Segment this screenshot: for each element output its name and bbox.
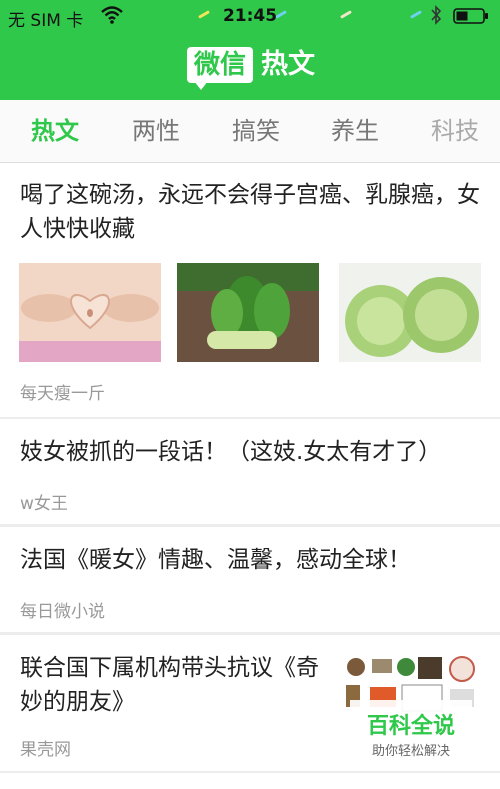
tab-health[interactable]: 养生 xyxy=(331,100,379,162)
article-source: w女王 xyxy=(20,494,68,514)
article-card[interactable]: 妓女被抓的一段话！（这妓.女太有才了） w女王 xyxy=(0,419,500,524)
article-source: 果壳网 xyxy=(20,740,71,760)
article-card-partial[interactable] xyxy=(0,773,500,789)
tab-hot[interactable]: 热文 xyxy=(31,100,79,162)
status-time: 21:45 xyxy=(222,6,278,26)
category-tabs: 热文 两性 搞笑 养生 科技 xyxy=(0,100,500,163)
belly-heart-hands-photo xyxy=(19,263,161,362)
bluetooth-icon xyxy=(431,5,442,25)
article-feed: 喝了这碗汤，永远不会得子宫癌、乳腺癌，女人快快收藏 每天瘦一斤 妓女被抓的一段话… xyxy=(0,163,500,789)
status-bar: 无 SIM 卡 21:45 xyxy=(0,0,500,32)
article-card[interactable]: 喝了这碗汤，永远不会得子宫癌、乳腺癌，女人快快收藏 每天瘦一斤 xyxy=(0,163,500,417)
article-title: 喝了这碗汤，永远不会得子宫癌、乳腺癌，女人快快收藏 xyxy=(20,182,480,242)
bok-choy-photo xyxy=(177,263,319,362)
article-title: 联合国下属机构带头抗议《奇妙的朋友》 xyxy=(20,655,319,715)
article-source: 每天瘦一斤 xyxy=(20,384,105,404)
tab-funny[interactable]: 搞笑 xyxy=(232,100,280,162)
article-title: 妓女被抓的一段话！（这妓.女太有才了） xyxy=(20,439,442,465)
watermark-badge: 百科全说 助你轻松解决 xyxy=(350,700,472,764)
battery-icon xyxy=(453,8,488,24)
cabbage-photo xyxy=(339,263,481,362)
watermark-subtitle: 助你轻松解决 xyxy=(371,744,450,759)
article-title: 法国《暖女》情趣、温馨，感动全球！ xyxy=(20,547,411,573)
article-source: 每日微小说 xyxy=(20,602,105,622)
page-title: 热文 xyxy=(261,49,315,80)
article-card[interactable]: 法国《暖女》情趣、温馨，感动全球！ 每日微小说 xyxy=(0,527,500,632)
tab-relationships[interactable]: 两性 xyxy=(132,100,180,162)
logo-speech-tail xyxy=(194,81,208,90)
watermark-title: 百科全说 xyxy=(366,714,455,739)
tab-tech[interactable]: 科技 xyxy=(431,100,479,162)
app-header: 微信 热文 xyxy=(0,32,500,100)
wechat-logo: 微信 xyxy=(187,47,253,83)
